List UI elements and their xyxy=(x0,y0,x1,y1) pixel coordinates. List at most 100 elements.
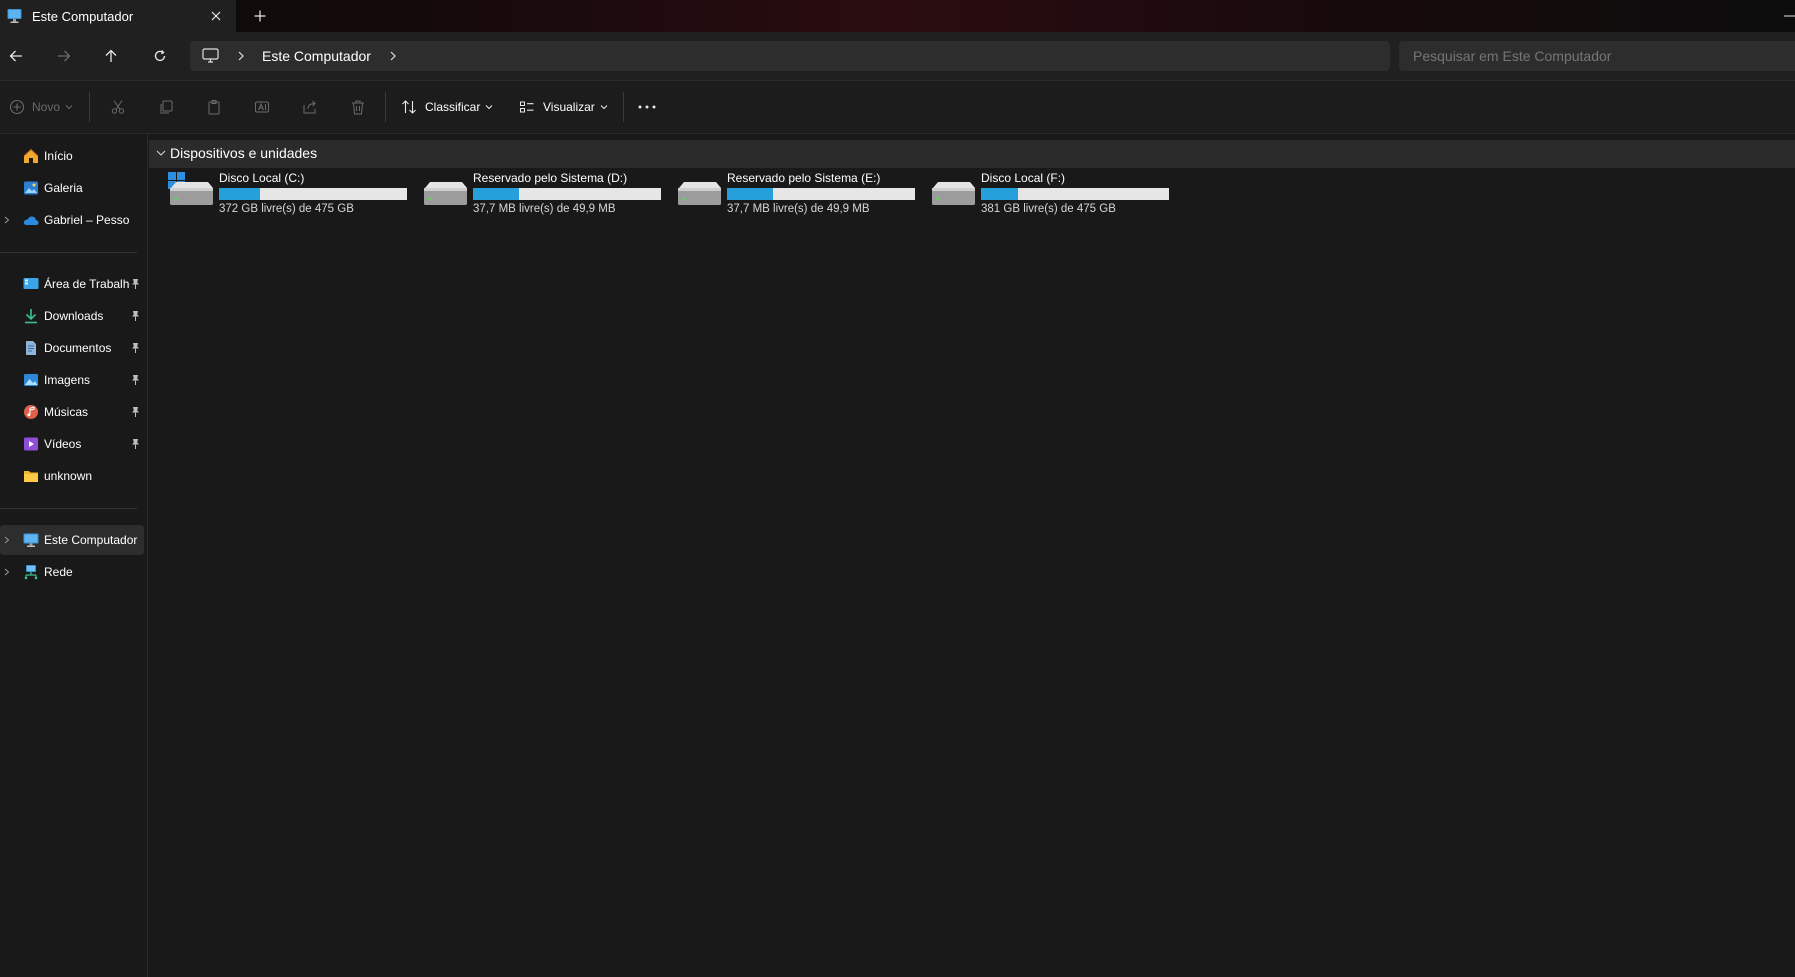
sidebar-item-label: Documentos xyxy=(44,341,112,355)
chevron-down-icon xyxy=(65,105,73,110)
pin-icon[interactable] xyxy=(130,374,141,386)
drive-e[interactable]: Reservado pelo Sistema (E:) 37,7 MB livr… xyxy=(676,168,924,220)
pin-icon[interactable] xyxy=(130,278,141,290)
chevron-down-icon xyxy=(600,105,608,110)
drive-free-space: 372 GB livre(s) de 475 GB xyxy=(219,203,354,215)
drive-icon xyxy=(678,182,721,205)
pin-icon[interactable] xyxy=(130,342,141,354)
sort-icon xyxy=(402,100,416,114)
download-icon xyxy=(25,309,37,324)
sidebar-item-videos[interactable]: Vídeos xyxy=(0,429,144,459)
sidebar-item-label: unknown xyxy=(44,469,93,483)
pictures-icon xyxy=(24,374,38,386)
drive-usage-fill xyxy=(981,188,1019,200)
sidebar-item-galeria[interactable]: Galeria xyxy=(0,173,144,203)
up-button[interactable] xyxy=(97,44,125,68)
sidebar-item-downloads[interactable]: Downloads xyxy=(0,301,144,331)
sidebar-item-label: Galeria xyxy=(44,181,83,195)
minimize-button[interactable] xyxy=(1776,4,1795,28)
drive-free-space: 37,7 MB livre(s) de 49,9 MB xyxy=(473,203,616,215)
drive-free-space: 37,7 MB livre(s) de 49,9 MB xyxy=(727,203,870,215)
sidebar-item-este-computador[interactable]: Este Computador xyxy=(0,525,144,555)
view-button[interactable]: Visualizar xyxy=(519,95,608,119)
pin-icon[interactable] xyxy=(130,406,141,418)
sidebar-item-label: Gabriel – Pessoal xyxy=(44,213,130,227)
paste-button[interactable] xyxy=(206,95,222,119)
drive-usage-bar xyxy=(727,188,915,200)
toolbar-separator xyxy=(623,92,624,122)
share-icon xyxy=(303,100,316,114)
navigation-pane xyxy=(0,134,148,977)
forward-button[interactable] xyxy=(50,44,78,68)
refresh-button[interactable] xyxy=(146,44,174,68)
drive-name: Reservado pelo Sistema (E:) xyxy=(727,171,881,185)
sort-button-label: Classificar xyxy=(425,100,481,114)
view-button-label: Visualizar xyxy=(543,100,595,114)
chevron-right-icon[interactable] xyxy=(386,48,400,64)
desktop-icon xyxy=(23,278,39,289)
share-button[interactable] xyxy=(302,95,318,119)
sidebar-item-label: Vídeos xyxy=(44,437,82,451)
chevron-down-icon[interactable] xyxy=(155,147,167,159)
sort-button[interactable]: Classificar xyxy=(401,95,493,119)
delete-button[interactable] xyxy=(350,95,366,119)
tab-title: Este Computador xyxy=(32,9,134,24)
sidebar-item-label: Início xyxy=(44,149,73,163)
chevron-right-icon[interactable] xyxy=(3,214,11,226)
more-options-button[interactable] xyxy=(637,95,657,119)
drive-usage-fill xyxy=(473,188,520,200)
arrow-up-icon xyxy=(105,49,117,62)
group-header-dispositivos[interactable] xyxy=(149,140,1795,168)
search-input[interactable] xyxy=(1413,48,1783,64)
pin-icon[interactable] xyxy=(130,438,141,450)
arrow-left-icon xyxy=(9,50,22,62)
sidebar-item-label: Imagens xyxy=(44,373,91,387)
sidebar-item-documentos[interactable]: Documentos xyxy=(0,333,144,363)
rename-icon xyxy=(255,101,269,113)
sidebar-item-label: Este Computador xyxy=(44,533,138,547)
system-drive-icon xyxy=(168,172,213,205)
chevron-down-icon xyxy=(485,105,493,110)
cut-button[interactable] xyxy=(110,95,126,119)
drive-f[interactable]: Disco Local (F:) 381 GB livre(s) de 475 … xyxy=(930,168,1178,220)
chevron-right-icon[interactable] xyxy=(234,48,248,64)
clipboard-icon xyxy=(208,100,220,115)
sidebar-item-inicio[interactable]: Início xyxy=(0,141,144,171)
new-button[interactable]: Novo xyxy=(9,95,73,119)
new-button-label: Novo xyxy=(32,100,61,114)
drive-usage-fill xyxy=(727,188,774,200)
sidebar-item-rede[interactable]: Rede xyxy=(0,557,144,587)
drive-usage-bar xyxy=(219,188,407,200)
scissors-icon xyxy=(111,100,125,114)
sidebar-item-label: Músicas xyxy=(44,405,89,419)
chevron-right-icon[interactable] xyxy=(3,566,11,578)
sidebar-item-imagens[interactable]: Imagens xyxy=(0,365,144,395)
sidebar-item-unknown[interactable]: unknown xyxy=(0,461,144,491)
breadcrumb-este-computador[interactable]: Este Computador xyxy=(262,48,371,64)
computer-icon[interactable] xyxy=(200,46,222,66)
drive-usage-fill xyxy=(219,188,260,200)
minimize-icon xyxy=(1784,15,1795,17)
drive-d[interactable]: Reservado pelo Sistema (D:) 37,7 MB livr… xyxy=(422,168,670,220)
back-button[interactable] xyxy=(2,44,30,68)
sidebar-item-onedrive[interactable]: Gabriel – Pessoal xyxy=(0,205,144,235)
chevron-right-icon[interactable] xyxy=(3,534,11,546)
drive-free-space: 381 GB livre(s) de 475 GB xyxy=(981,203,1116,215)
toolbar-separator xyxy=(89,92,90,122)
new-tab-button[interactable] xyxy=(248,4,272,28)
computer-icon xyxy=(23,533,39,547)
sidebar-item-area-de-trabalho[interactable]: Área de Trabalho xyxy=(0,269,144,299)
document-icon xyxy=(26,341,36,355)
video-icon xyxy=(24,437,38,451)
close-tab-button[interactable] xyxy=(204,4,228,28)
computer-icon xyxy=(7,8,22,24)
sidebar-divider xyxy=(0,252,137,253)
drive-usage-bar xyxy=(981,188,1169,200)
drive-name: Disco Local (C:) xyxy=(219,171,305,185)
pin-icon[interactable] xyxy=(130,310,141,322)
copy-button[interactable] xyxy=(158,95,174,119)
rename-button[interactable] xyxy=(254,95,270,119)
refresh-icon xyxy=(154,50,166,62)
drive-c[interactable]: Disco Local (C:) 372 GB livre(s) de 475 … xyxy=(168,168,416,220)
sidebar-item-musicas[interactable]: Músicas xyxy=(0,397,144,427)
